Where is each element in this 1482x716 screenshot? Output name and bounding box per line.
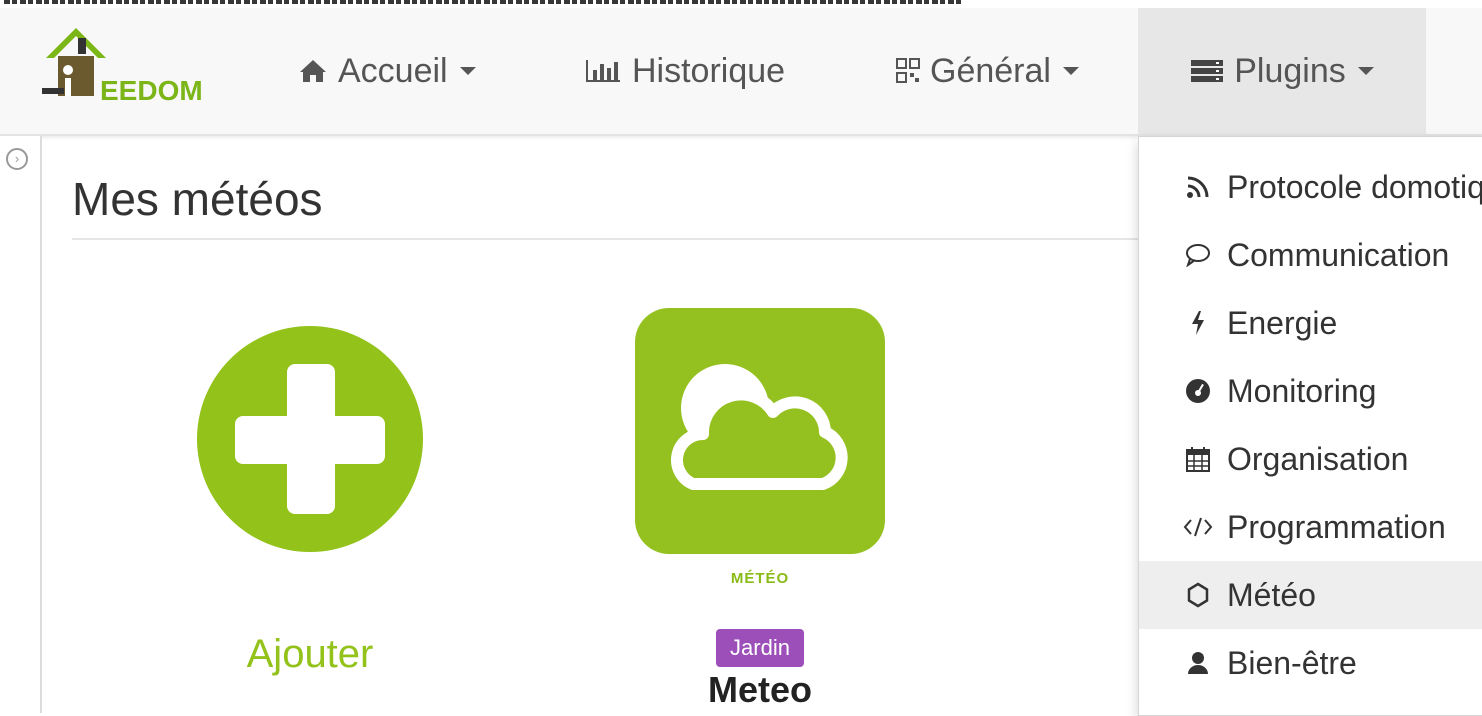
meteo-equipment-card[interactable]: MÉTÉO Jardin Meteo bbox=[620, 308, 900, 711]
bolt-icon bbox=[1183, 310, 1213, 336]
dashboard-icon bbox=[1183, 378, 1213, 404]
plus-icon bbox=[197, 326, 423, 552]
home-icon bbox=[298, 58, 328, 84]
code-icon bbox=[1183, 516, 1213, 538]
left-rail: › bbox=[0, 136, 42, 713]
caret-down-icon bbox=[1062, 67, 1079, 75]
menu-item-protocole-domotique[interactable]: Protocole domotique bbox=[1139, 153, 1482, 221]
menu-item-organisation[interactable]: Organisation bbox=[1139, 425, 1482, 493]
user-icon bbox=[1183, 651, 1213, 675]
menu-item-energie[interactable]: Energie bbox=[1139, 289, 1482, 357]
menu-item-label: Bien-être bbox=[1227, 644, 1357, 681]
svg-text:EEDOM: EEDOM bbox=[100, 75, 203, 106]
menu-item-label: Monitoring bbox=[1227, 372, 1377, 409]
bar-chart-icon bbox=[584, 58, 622, 84]
calendar-icon bbox=[1183, 446, 1213, 472]
speech-bubble-icon bbox=[1183, 243, 1213, 267]
qrcode-icon bbox=[896, 58, 920, 84]
rss-icon bbox=[1183, 175, 1213, 199]
nav-historique-label: Historique bbox=[632, 51, 786, 90]
meteo-brand-label: MÉTÉO bbox=[730, 570, 790, 587]
menu-item-label: Protocole domotique bbox=[1227, 168, 1482, 205]
nav-accueil-label: Accueil bbox=[338, 51, 448, 90]
nav-plugins[interactable]: Plugins bbox=[1138, 8, 1426, 134]
nav-accueil[interactable]: Accueil bbox=[298, 8, 476, 134]
menu-item-monitoring[interactable]: Monitoring bbox=[1139, 357, 1482, 425]
menu-item-communication[interactable]: Communication bbox=[1139, 221, 1482, 289]
nav-plugins-label: Plugins bbox=[1234, 51, 1346, 90]
nav-general[interactable]: Général bbox=[896, 8, 1079, 134]
server-icon bbox=[1190, 58, 1224, 84]
add-label: Ajouter bbox=[246, 632, 374, 676]
page-title: Mes météos bbox=[72, 173, 323, 225]
menu-item-meteo[interactable]: Météo bbox=[1139, 561, 1482, 629]
caret-down-icon bbox=[1357, 67, 1374, 75]
expand-sidebar-icon[interactable]: › bbox=[6, 148, 28, 170]
cloud-icon bbox=[635, 308, 885, 554]
menu-item-label: Organisation bbox=[1227, 440, 1409, 477]
sun-icon bbox=[1183, 582, 1213, 608]
menu-item-label: Météo bbox=[1227, 576, 1316, 613]
caret-down-icon bbox=[459, 67, 476, 75]
title-divider bbox=[72, 238, 1138, 240]
equipment-name: Meteo bbox=[707, 669, 812, 710]
nav-general-label: Général bbox=[930, 51, 1051, 90]
object-badge: Jardin bbox=[716, 629, 804, 667]
nav-historique[interactable]: Historique bbox=[584, 8, 785, 134]
menu-item-programmation[interactable]: Programmation bbox=[1139, 493, 1482, 561]
menu-item-label: Energie bbox=[1227, 304, 1338, 341]
menu-item-bien-etre[interactable]: Bien-être bbox=[1139, 629, 1482, 697]
menu-item-label: Programmation bbox=[1227, 508, 1446, 545]
top-strip bbox=[0, 0, 1482, 8]
add-equipment-card[interactable]: Ajouter bbox=[150, 326, 470, 677]
menu-item-label: Communication bbox=[1227, 236, 1450, 273]
logo[interactable]: EEDOM bbox=[38, 18, 228, 108]
plugins-dropdown-menu: Protocole domotique Communication Energi… bbox=[1138, 136, 1482, 716]
